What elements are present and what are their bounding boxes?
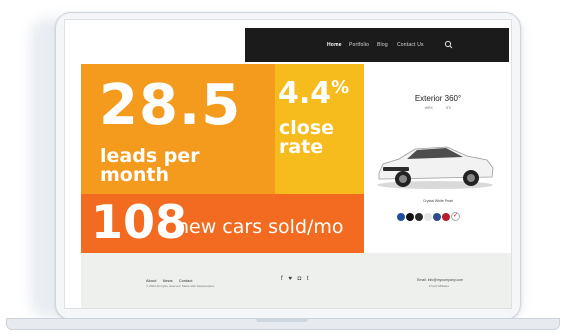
nav-item-blog[interactable]: Blog (377, 42, 388, 48)
car-configurator: Exterior 360° WRX STI Crystal White Pear… (365, 64, 511, 253)
instagram-icon[interactable]: ◘ (298, 276, 304, 282)
sold-value: 108 (91, 195, 188, 249)
swatch-black[interactable] (406, 213, 414, 221)
configurator-tabs: WRX STI (365, 106, 511, 110)
nav-item-home[interactable]: Home (327, 42, 342, 48)
car-image (377, 146, 494, 189)
color-name: Crystal White Pearl (423, 199, 453, 203)
footer-link-contact[interactable]: Contact (179, 278, 193, 283)
twitter-icon[interactable]: t (307, 276, 311, 282)
facebook-icon[interactable]: f (281, 276, 285, 282)
nav-item-contact[interactable]: Contact Us (397, 42, 424, 48)
laptop-screen: Home Portfolio Blog Contact Us 28.5 lead… (64, 19, 512, 309)
close-rate-tile: 4.4% close rate (275, 64, 364, 194)
leads-value: 28.5 (99, 73, 242, 138)
close-rate-unit: % (331, 77, 350, 98)
footer-copyright: © 2024 All rights reserved. Made with Sq… (146, 284, 215, 288)
footer-link-news[interactable]: News (163, 278, 173, 283)
swatch-blue[interactable] (397, 213, 405, 221)
leads-tile: 28.5 leads per month (81, 64, 275, 194)
check-icon: ✓ (453, 213, 459, 219)
site-nav: Home Portfolio Blog Contact Us (245, 28, 509, 62)
footer-email[interactable]: Email: info@mycompany.com (417, 278, 463, 282)
search-icon[interactable] (443, 39, 455, 51)
tab-sti[interactable]: STI (446, 106, 451, 110)
footer-social: f ♥ ◘ t (281, 276, 311, 282)
footer-link-about[interactable]: About (146, 278, 156, 283)
swatch-white-selected[interactable]: ✓ (451, 212, 460, 221)
swatch-navy[interactable] (433, 213, 441, 221)
tab-wrx[interactable]: WRX (425, 106, 433, 110)
swatch-red[interactable] (442, 213, 450, 221)
footer-links: About News Contact (146, 278, 198, 283)
configurator-title: Exterior 360° (414, 94, 462, 103)
sold-tile: 108 new cars sold/mo (81, 194, 364, 253)
footer-credit: Proud Affiliates (429, 284, 449, 288)
heart-icon[interactable]: ♥ (288, 276, 294, 282)
site-footer: About News Contact © 2024 All rights res… (81, 253, 511, 308)
laptop-notch (256, 318, 308, 322)
leads-label: leads per month (100, 145, 200, 186)
close-rate-label: close rate (279, 119, 334, 157)
nav-item-portfolio[interactable]: Portfolio (349, 42, 369, 48)
close-rate-number: 4.4 (278, 76, 332, 111)
swatch-dark-gray[interactable] (415, 213, 423, 221)
close-rate-value: 4.4% (278, 79, 349, 109)
sold-label: new cars sold/mo (177, 216, 344, 238)
color-swatches: ✓ (397, 208, 461, 221)
close-rate-line2: rate (279, 136, 324, 158)
swatch-silver[interactable] (424, 213, 432, 221)
